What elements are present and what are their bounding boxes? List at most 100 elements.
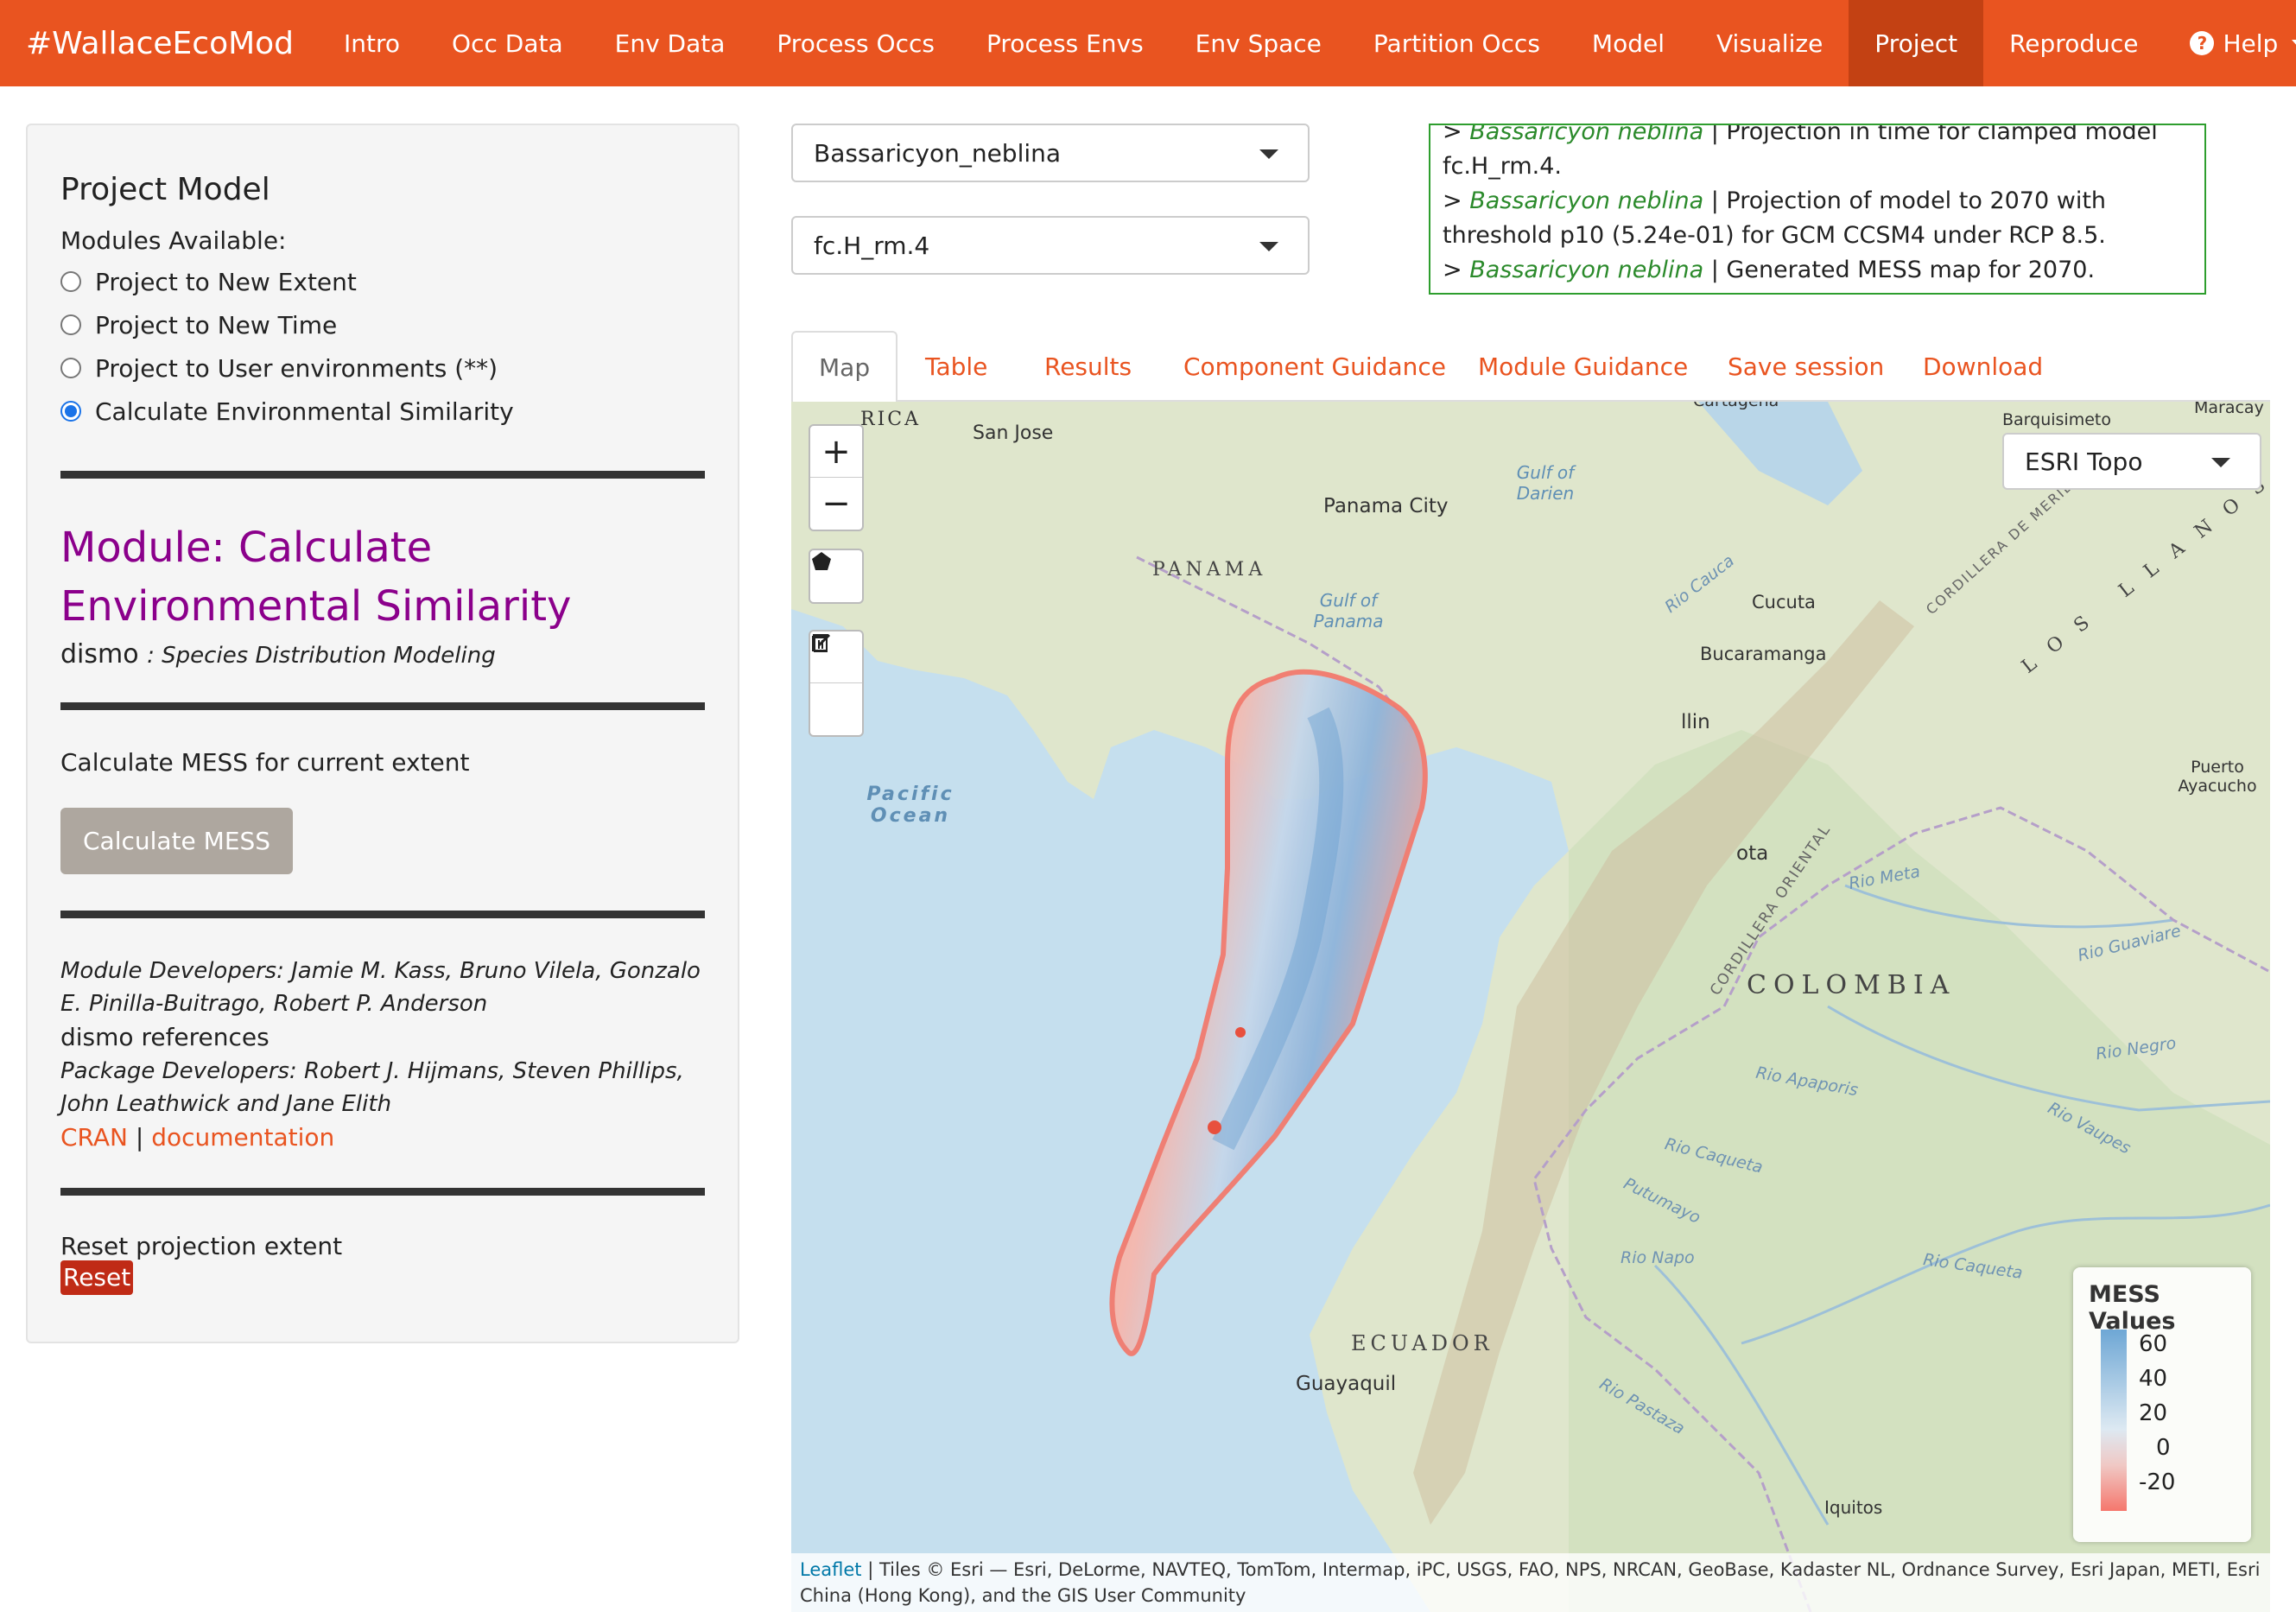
radio-project-new-time[interactable]: Project to New Time — [60, 308, 705, 341]
map-label-colombia: COLOMBIA — [1747, 970, 1957, 1000]
package-developers: Package Developers: Robert J. Hijmans, S… — [60, 1058, 684, 1117]
legend-value: 20 — [2139, 1400, 2168, 1426]
map-label-iquitos: Iquitos — [1824, 1497, 1883, 1518]
attribution-text: | Tiles © Esri — Esri, DeLorme, NAVTEQ, … — [800, 1559, 2261, 1606]
cran-link[interactable]: CRAN — [60, 1123, 128, 1152]
package-line: dismo : Species Distribution Modeling — [60, 639, 705, 670]
draw-polygon-control — [809, 549, 864, 604]
radio-button-selected[interactable] — [60, 401, 81, 422]
map-label-puerto-ayacucho: Puerto Ayacucho — [2178, 758, 2257, 796]
log-window[interactable]: > Bassaricyon neblina | Projection in ti… — [1429, 124, 2206, 295]
caret-down-icon — [2292, 39, 2296, 48]
question-circle-icon: ? — [2190, 31, 2215, 55]
tab-map[interactable]: Map — [791, 331, 898, 403]
map-label-gulf-darien: Gulf of Darien — [1516, 462, 1575, 504]
brand-logo[interactable]: #WallaceEcoMod — [0, 26, 318, 61]
documentation-link[interactable]: documentation — [151, 1123, 334, 1152]
map-label-medellin: llin — [1681, 711, 1710, 733]
package-desc: : Species Distribution Modeling — [147, 643, 496, 669]
links-line: CRAN | documentation — [60, 1120, 705, 1155]
zoom-out-button[interactable]: − — [810, 478, 862, 530]
species-select[interactable]: Bassaricyon_neblina — [791, 124, 1310, 182]
zoom-in-button[interactable]: + — [810, 426, 862, 478]
tab-bar: Map Table Results Component Guidance Mod… — [791, 331, 2270, 403]
model-select-value: fc.H_rm.4 — [814, 231, 930, 260]
nav-help[interactable]: ? Help — [2164, 0, 2296, 86]
legend-value: -20 — [2139, 1469, 2176, 1495]
map-view[interactable]: RICA San Jose Panama City PANAMA Gulf of… — [791, 402, 2270, 1612]
nav-occ-data[interactable]: Occ Data — [426, 0, 589, 86]
radio-project-user-env[interactable]: Project to User environments (**) — [60, 352, 705, 384]
mess-legend: MESS Values 60 40 20 0 -20 — [2073, 1267, 2251, 1542]
radio-button[interactable] — [60, 358, 81, 378]
map-label-panama-city: Panama City — [1323, 495, 1449, 517]
link-separator: | — [127, 1123, 152, 1152]
tab-results[interactable]: Results — [1044, 331, 1132, 402]
calc-mess-label: Calculate MESS for current extent — [60, 748, 470, 777]
nav-visualize[interactable]: Visualize — [1690, 0, 1849, 86]
divider — [60, 702, 705, 710]
nav-process-envs[interactable]: Process Envs — [961, 0, 1170, 86]
dropdown-arrow-icon — [1259, 242, 1278, 251]
radio-button[interactable] — [60, 314, 81, 335]
polygon-icon — [812, 552, 831, 570]
reset-extent-label: Reset projection extent — [60, 1232, 343, 1260]
calculate-mess-button[interactable]: Calculate MESS — [60, 808, 294, 874]
log-species: Bassaricyon neblina — [1469, 257, 1704, 283]
leaflet-link[interactable]: Leaflet — [800, 1559, 862, 1580]
delete-layers-button[interactable] — [810, 634, 862, 735]
reset-button[interactable]: Reset — [60, 1260, 134, 1295]
navbar: #WallaceEcoMod Intro Occ Data Env Data P… — [0, 0, 2296, 86]
map-basemap — [791, 402, 2270, 1612]
map-label-panama: PANAMA — [1152, 559, 1267, 581]
divider — [60, 911, 705, 918]
module-title: Module: Calculate Environmental Similari… — [60, 524, 572, 631]
tab-save-session[interactable]: Save session — [1728, 331, 1884, 402]
map-attribution: Leaflet | Tiles © Esri — Esri, DeLorme, … — [791, 1553, 2270, 1612]
nav-model[interactable]: Model — [1566, 0, 1690, 86]
nav-env-space[interactable]: Env Space — [1170, 0, 1348, 86]
radio-button[interactable] — [60, 271, 81, 292]
log-species: Bassaricyon neblina — [1469, 187, 1704, 214]
module-developers: Module Developers: Jamie M. Kass, Bruno … — [60, 958, 701, 1017]
nav-reproduce[interactable]: Reproduce — [1983, 0, 2164, 86]
radio-project-new-extent[interactable]: Project to New Extent — [60, 265, 705, 298]
tab-download[interactable]: Download — [1923, 331, 2043, 402]
tab-component-guidance[interactable]: Component Guidance — [1183, 331, 1446, 402]
map-label-gulf-panama: Gulf of Panama — [1313, 590, 1384, 631]
nav-project[interactable]: Project — [1849, 0, 1984, 86]
divider — [60, 1188, 705, 1196]
map-label-bucaramanga: Bucaramanga — [1700, 644, 1827, 664]
map-label-pacific-ocean: Pacific Ocean — [866, 784, 955, 827]
radio-calc-env-similarity[interactable]: Calculate Environmental Similarity — [60, 395, 705, 428]
basemap-select-value: ESRI Topo — [2025, 447, 2143, 476]
tab-table[interactable]: Table — [925, 331, 987, 402]
map-label-bogota: ota — [1736, 842, 1769, 865]
edit-control — [809, 630, 864, 737]
draw-polygon-button[interactable] — [810, 550, 862, 602]
sidebar-panel: Project Model Modules Available: Project… — [26, 124, 739, 1343]
log-entry: > Bassaricyon neblina | Generated MESS m… — [1443, 257, 2096, 283]
legend-title: MESS Values — [2089, 1281, 2176, 1335]
references-line: dismo references — [60, 1020, 705, 1055]
radio-label: Project to New Extent — [95, 267, 357, 296]
radio-label: Project to User environments (**) — [95, 353, 498, 383]
divider — [60, 471, 705, 479]
nav-partition-occs[interactable]: Partition Occs — [1348, 0, 1566, 86]
log-text: | Generated MESS map for 2070. — [1710, 257, 2096, 283]
model-select[interactable]: fc.H_rm.4 — [791, 216, 1310, 275]
radio-label: Calculate Environmental Similarity — [95, 397, 514, 426]
map-label-guayaquil: Guayaquil — [1296, 1373, 1397, 1395]
log-entry: > Bassaricyon neblina | Projection in ti… — [1443, 125, 2192, 184]
tab-module-guidance[interactable]: Module Guidance — [1478, 331, 1688, 402]
legend-gradient — [2101, 1330, 2127, 1511]
radio-label: Project to New Time — [95, 310, 338, 340]
nav-intro[interactable]: Intro — [318, 0, 426, 86]
nav-env-data[interactable]: Env Data — [589, 0, 752, 86]
nav-process-occs[interactable]: Process Occs — [751, 0, 961, 86]
legend-value: 0 — [2156, 1435, 2171, 1461]
modules-label: Modules Available: — [60, 226, 287, 255]
legend-value: 40 — [2139, 1366, 2168, 1392]
map-label-maracay: Maracay — [2194, 402, 2264, 417]
basemap-select[interactable]: ESRI Topo — [2002, 433, 2261, 490]
